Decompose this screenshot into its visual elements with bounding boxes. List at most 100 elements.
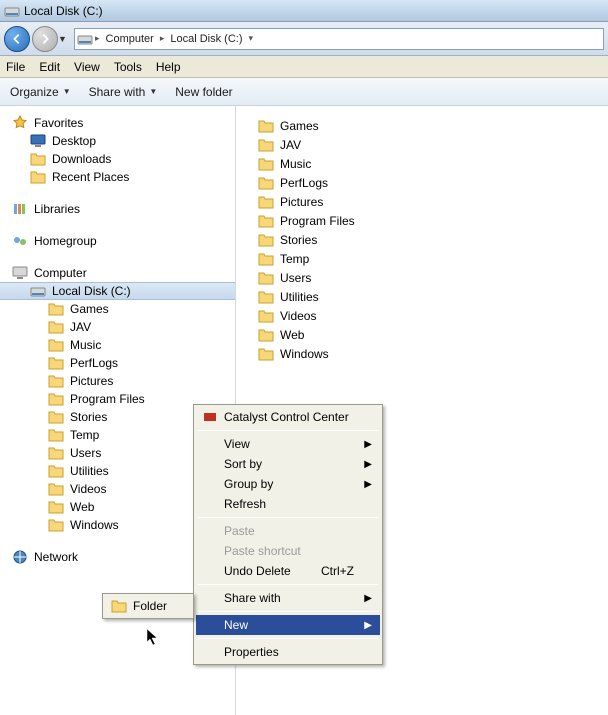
tree-item[interactable]: Music [0, 336, 235, 354]
favorites-label: Favorites [34, 116, 83, 130]
list-item-label: Web [280, 328, 304, 342]
context-menu: Catalyst Control Center View▶ Sort by▶ G… [193, 404, 383, 665]
folder-icon [111, 598, 127, 614]
homegroup-icon [12, 233, 28, 249]
address-drive-icon [77, 31, 93, 47]
tree-item-label: Videos [70, 482, 106, 496]
computer-header[interactable]: Computer [0, 264, 235, 282]
ctx-sort-by[interactable]: Sort by▶ [196, 454, 380, 474]
list-item[interactable]: Stories [236, 230, 608, 249]
list-item[interactable]: JAV [236, 135, 608, 154]
computer-icon [12, 265, 28, 281]
separator [198, 584, 378, 585]
menu-edit[interactable]: Edit [39, 60, 60, 74]
list-item[interactable]: Web [236, 325, 608, 344]
tree-item-label: Windows [70, 518, 119, 532]
sidebar-item-recent-places[interactable]: Recent Places [0, 168, 235, 186]
tree-item-label: Web [70, 500, 94, 514]
list-item-label: Temp [280, 252, 309, 266]
sidebar-item-downloads[interactable]: Downloads [0, 150, 235, 168]
chevron-right-icon[interactable]: ▸ [158, 33, 167, 44]
tree-item-label: Users [70, 446, 101, 460]
list-item-label: Pictures [280, 195, 323, 209]
list-item[interactable]: Program Files [236, 211, 608, 230]
separator [198, 517, 378, 518]
list-item[interactable]: Windows [236, 344, 608, 363]
folder-icon [258, 327, 274, 343]
tree-item-label: Games [70, 302, 109, 316]
list-item[interactable]: Utilities [236, 287, 608, 306]
context-submenu-new: Folder [102, 593, 194, 619]
libraries-header[interactable]: Libraries [0, 200, 235, 218]
ctx-paste-shortcut: Paste shortcut [196, 541, 380, 561]
list-item-label: Games [280, 119, 319, 133]
tree-item-label: PerfLogs [70, 356, 118, 370]
folder-icon [258, 289, 274, 305]
separator [198, 430, 378, 431]
new-folder-button[interactable]: New folder [175, 85, 232, 99]
ctx-paste: Paste [196, 521, 380, 541]
nav-history-drop[interactable]: ▼ [58, 34, 70, 44]
ctx-refresh[interactable]: Refresh [196, 494, 380, 514]
network-label: Network [34, 550, 78, 564]
list-item[interactable]: Games [236, 116, 608, 135]
chevron-down-icon[interactable]: ▾ [246, 33, 255, 44]
sidebar-item-local-disk-c[interactable]: Local Disk (C:) [0, 282, 235, 300]
folder-icon [258, 118, 274, 134]
menu-help[interactable]: Help [156, 60, 181, 74]
list-item[interactable]: PerfLogs [236, 173, 608, 192]
ctx-group-by[interactable]: Group by▶ [196, 474, 380, 494]
computer-label: Computer [34, 266, 87, 280]
folder-icon [48, 427, 64, 443]
breadcrumb-computer[interactable]: Computer [102, 33, 158, 45]
ctx-new-folder[interactable]: Folder [105, 596, 191, 616]
list-item[interactable]: Users [236, 268, 608, 287]
ctx-undo-delete[interactable]: Undo DeleteCtrl+Z [196, 561, 380, 581]
organize-button[interactable]: Organize▼ [10, 85, 71, 99]
folder-icon [30, 151, 46, 167]
tree-item-label: JAV [70, 320, 91, 334]
homegroup-header[interactable]: Homegroup [0, 232, 235, 250]
toolbar: Organize▼ Share with▼ New folder [0, 78, 608, 106]
list-item[interactable]: Music [236, 154, 608, 173]
favorites-header[interactable]: Favorites [0, 114, 235, 132]
titlebar: Local Disk (C:) [0, 0, 608, 22]
address-bar[interactable]: ▸ Computer ▸ Local Disk (C:) ▾ [74, 28, 604, 50]
share-with-button[interactable]: Share with▼ [89, 85, 158, 99]
drive-icon [4, 3, 20, 19]
sidebar-item-desktop[interactable]: Desktop [0, 132, 235, 150]
tree-item-label: Music [70, 338, 101, 352]
tree-item[interactable]: Pictures [0, 372, 235, 390]
forward-button[interactable] [32, 26, 58, 52]
ctx-catalyst-control-center[interactable]: Catalyst Control Center [196, 407, 380, 427]
navbar: ▼ ▸ Computer ▸ Local Disk (C:) ▾ [0, 22, 608, 56]
folder-icon [258, 194, 274, 210]
chevron-right-icon[interactable]: ▸ [93, 33, 102, 44]
list-item[interactable]: Temp [236, 249, 608, 268]
folder-icon [48, 499, 64, 515]
tree-item-label: Program Files [70, 392, 145, 406]
menu-view[interactable]: View [74, 60, 100, 74]
tree-item[interactable]: JAV [0, 318, 235, 336]
menu-tools[interactable]: Tools [114, 60, 142, 74]
list-item[interactable]: Pictures [236, 192, 608, 211]
menubar: File Edit View Tools Help [0, 56, 608, 78]
tree-item[interactable]: PerfLogs [0, 354, 235, 372]
list-item-label: Stories [280, 233, 317, 247]
list-item-label: Users [280, 271, 311, 285]
breadcrumb-drive[interactable]: Local Disk (C:) [166, 33, 246, 45]
tree-item[interactable]: Games [0, 300, 235, 318]
menu-file[interactable]: File [6, 60, 25, 74]
folder-icon [48, 301, 64, 317]
folder-icon [48, 319, 64, 335]
list-item[interactable]: Videos [236, 306, 608, 325]
folder-icon [258, 137, 274, 153]
ctx-new[interactable]: New▶ [196, 615, 380, 635]
chevron-right-icon: ▶ [364, 439, 372, 450]
folder-icon [30, 169, 46, 185]
ctx-share-with[interactable]: Share with▶ [196, 588, 380, 608]
ctx-view[interactable]: View▶ [196, 434, 380, 454]
list-item-label: PerfLogs [280, 176, 328, 190]
ctx-properties[interactable]: Properties [196, 642, 380, 662]
back-button[interactable] [4, 26, 30, 52]
